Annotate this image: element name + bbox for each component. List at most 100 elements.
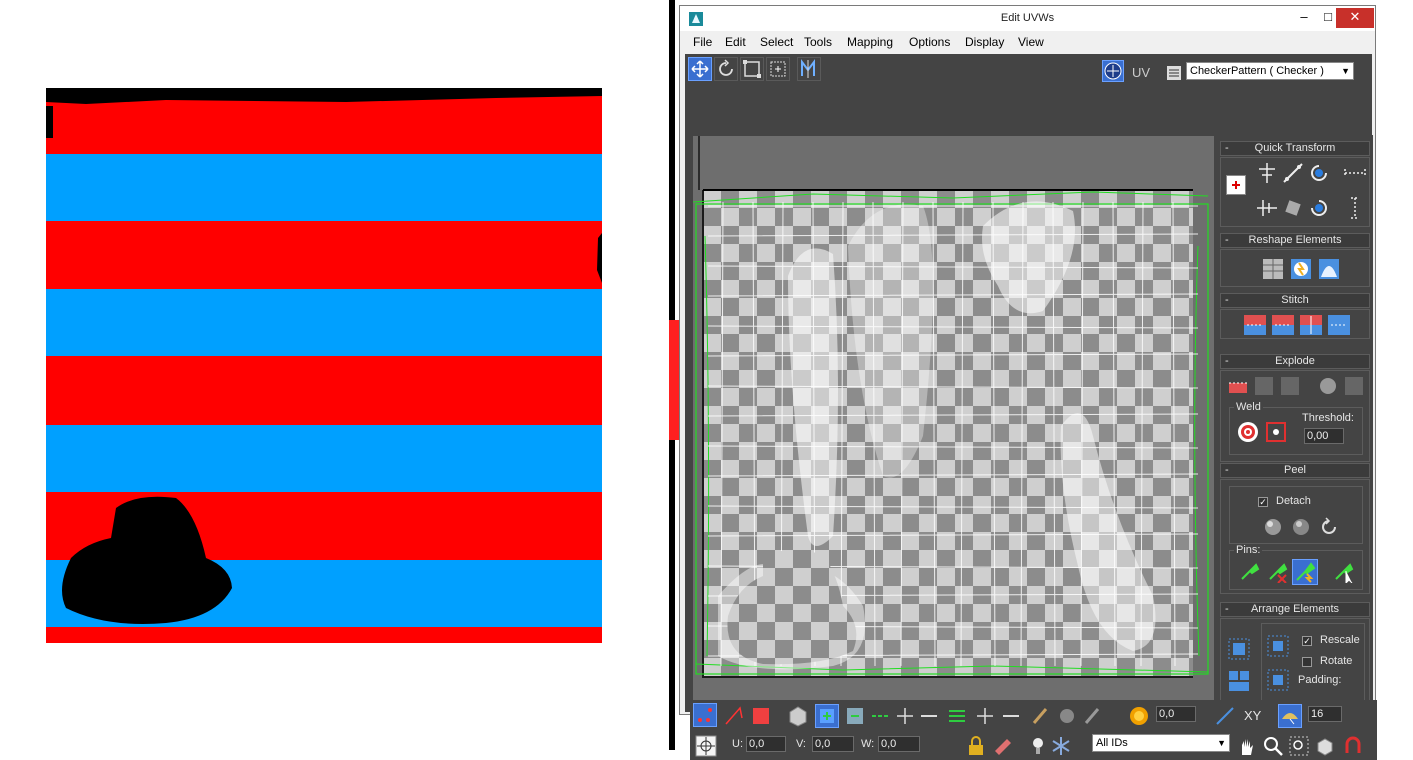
shrink-select-icon[interactable]	[844, 705, 866, 727]
pivot-button[interactable]	[1226, 175, 1246, 195]
uv-editor-viewport[interactable]	[693, 136, 1214, 700]
menu-options[interactable]: Options	[909, 35, 950, 49]
section-explode[interactable]: - Explode	[1220, 354, 1370, 369]
id-filter-dropdown[interactable]: All IDs ▼	[1092, 734, 1230, 752]
collapse-icon: -	[1225, 603, 1229, 615]
weld-selected-icon[interactable]	[1264, 420, 1288, 444]
loop-plus-icon[interactable]	[894, 705, 916, 727]
explode-sphere-icon[interactable]	[1317, 375, 1339, 397]
grid-size-spinner[interactable]: 16	[1308, 706, 1342, 722]
pack-together-icon[interactable]	[1227, 669, 1251, 693]
menu-tools[interactable]: Tools	[804, 35, 832, 49]
soft-select-icon[interactable]	[1128, 705, 1150, 727]
element-mode-icon[interactable]	[786, 704, 810, 728]
pack-custom-icon[interactable]	[1227, 637, 1251, 661]
space-horizontal-icon[interactable]	[1343, 161, 1367, 185]
ring-minus-icon[interactable]	[1000, 705, 1022, 727]
stitch-average-icon[interactable]	[1299, 314, 1323, 336]
lock-icon[interactable]	[966, 735, 986, 757]
ring-plus-icon[interactable]	[974, 705, 996, 727]
space-vertical-icon[interactable]	[1343, 196, 1367, 220]
loop-minus-icon[interactable]	[918, 705, 940, 727]
section-quick-transform[interactable]: - Quick Transform	[1220, 141, 1370, 156]
rotate-ccw-icon[interactable]	[1307, 196, 1331, 220]
align-vertical-icon[interactable]	[1255, 161, 1279, 185]
edge-mode-icon[interactable]	[722, 704, 746, 728]
uv-canvas[interactable]	[693, 136, 1214, 700]
quick-peel-icon[interactable]	[1262, 515, 1284, 537]
relax-settings-icon[interactable]	[1317, 257, 1341, 281]
close-button[interactable]: ✕	[1336, 8, 1374, 28]
select-pins-icon[interactable]	[1332, 561, 1354, 583]
uv-axis-label[interactable]: UV	[1132, 65, 1150, 80]
rescale-checkbox[interactable]: ✓	[1302, 636, 1312, 646]
zoom-extents-icon[interactable]	[1314, 735, 1336, 757]
hide-icon[interactable]	[992, 735, 1014, 757]
pack-normalize-icon[interactable]	[1266, 634, 1290, 658]
section-peel[interactable]: - Peel	[1220, 463, 1370, 478]
menu-select[interactable]: Select	[760, 35, 793, 49]
id-filter-value: All IDs	[1096, 737, 1128, 749]
texture-dropdown[interactable]: CheckerPattern ( Checker ) ▼	[1186, 62, 1354, 80]
ring-grow-icon[interactable]	[946, 705, 968, 727]
stitch-source-icon[interactable]	[1327, 314, 1351, 336]
face-mode-icon[interactable]	[750, 705, 772, 727]
absolute-mode-icon[interactable]	[694, 734, 718, 758]
section-arrange-elements[interactable]: - Arrange Elements	[1220, 602, 1370, 617]
unpin-icon[interactable]	[1266, 561, 1288, 583]
paint-shrink-icon[interactable]	[1082, 705, 1104, 727]
vertex-mode-button[interactable]	[693, 703, 717, 727]
mirror-tool-button[interactable]	[797, 57, 821, 81]
show-map-button[interactable]	[1102, 60, 1124, 82]
menu-file[interactable]: File	[693, 35, 712, 49]
grid-snap-button[interactable]	[1278, 704, 1302, 728]
freeform-tool-button[interactable]	[766, 57, 790, 81]
move-tool-button[interactable]	[688, 57, 712, 81]
align-horizontal-icon[interactable]	[1255, 196, 1279, 220]
detach-checkbox[interactable]: ✓	[1258, 497, 1268, 507]
relax-icon[interactable]	[1289, 257, 1313, 281]
peel-mode-icon[interactable]	[1290, 515, 1312, 537]
auto-pin-button[interactable]	[1292, 559, 1318, 585]
straighten-icon[interactable]	[1281, 161, 1305, 185]
snap-magnet-icon[interactable]	[1342, 735, 1364, 757]
freeze-icon[interactable]	[1050, 735, 1072, 757]
weld-target-icon[interactable]	[1236, 420, 1260, 444]
menu-display[interactable]: Display	[965, 35, 1004, 49]
zoom-icon[interactable]	[1262, 735, 1284, 757]
section-reshape-elements[interactable]: - Reshape Elements	[1220, 233, 1370, 248]
align-box-icon[interactable]	[1281, 196, 1305, 220]
zoom-region-icon[interactable]	[1288, 735, 1310, 757]
stitch-target-icon[interactable]	[1271, 314, 1295, 336]
paint-select-icon[interactable]	[1030, 705, 1052, 727]
detach-edge-icon[interactable]	[1253, 375, 1275, 397]
grid-size-value: 16	[1311, 708, 1324, 720]
pack-rescale-icon[interactable]	[1266, 668, 1290, 692]
rotate-checkbox[interactable]	[1302, 657, 1312, 667]
pin-icon[interactable]	[1238, 561, 1260, 583]
map-settings-icon[interactable]	[1166, 65, 1182, 81]
rotate-cw-icon[interactable]	[1307, 161, 1331, 185]
flatten-icon[interactable]	[1279, 375, 1301, 397]
menu-view[interactable]: View	[1018, 35, 1044, 49]
explode-normals-icon[interactable]	[1343, 375, 1365, 397]
threshold-spinner[interactable]: 0,00	[1304, 428, 1344, 444]
menu-edit[interactable]: Edit	[725, 35, 746, 49]
break-icon[interactable]	[1227, 375, 1249, 397]
falloff-line-icon[interactable]	[1214, 705, 1236, 727]
soft-select-spinner[interactable]: 0,0	[1156, 706, 1196, 722]
reset-peel-icon[interactable]	[1318, 515, 1340, 537]
section-stitch[interactable]: - Stitch	[1220, 293, 1370, 308]
show-icon[interactable]	[1028, 735, 1048, 757]
paint-grow-icon[interactable]	[1056, 705, 1078, 727]
scale-tool-button[interactable]	[740, 57, 764, 81]
stitch-custom-icon[interactable]	[1243, 314, 1267, 336]
grow-select-button[interactable]	[815, 704, 839, 728]
rotate-tool-button[interactable]	[714, 57, 738, 81]
loop-grow-icon[interactable]	[870, 705, 892, 727]
pan-hand-icon[interactable]	[1236, 735, 1258, 757]
straighten-selection-icon[interactable]	[1261, 257, 1285, 281]
xy-coord-label[interactable]: XY	[1244, 708, 1261, 723]
menu-mapping[interactable]: Mapping	[847, 35, 893, 49]
minimize-button[interactable]: –	[1292, 8, 1316, 28]
